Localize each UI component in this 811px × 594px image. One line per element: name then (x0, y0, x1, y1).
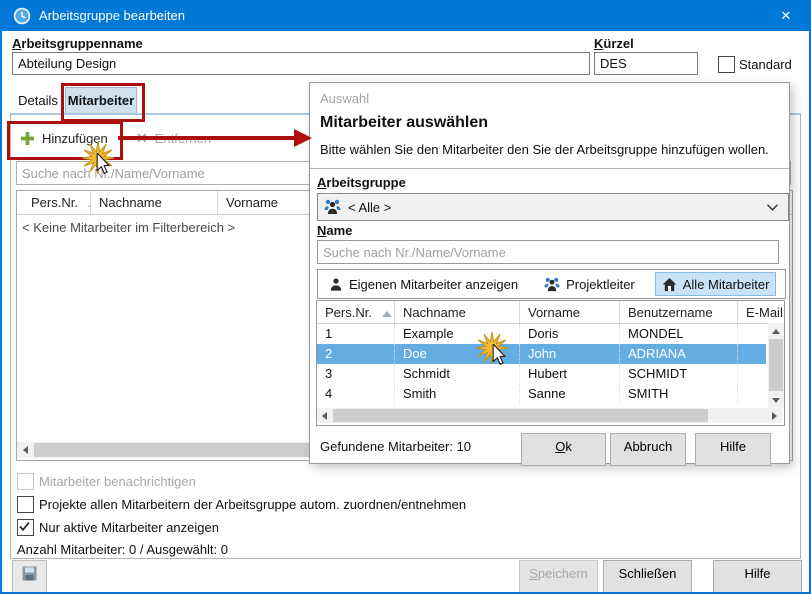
ok-button[interactable]: Ok (521, 433, 606, 466)
sort-asc-icon (382, 311, 392, 317)
column-vorname[interactable]: Vorname (520, 301, 620, 323)
member-count-summary: Anzahl Mitarbeiter: 0 / Ausgewählt: 0 (17, 542, 228, 557)
workgroup-name-label: Arbeitsgruppenname (12, 36, 143, 51)
save-icon (21, 565, 38, 582)
team-icon (324, 199, 341, 215)
filter-all-members-button[interactable]: Alle Mitarbeiter (655, 272, 777, 296)
person-icon (329, 277, 343, 292)
scroll-up-icon[interactable] (768, 323, 784, 339)
close-button[interactable]: Schließen (603, 560, 692, 594)
column-persnr[interactable]: Pers.Nr. (317, 301, 395, 323)
result-count: Gefundene Mitarbeiter: 10 (320, 439, 471, 454)
column-nachname[interactable]: Nachname (91, 191, 218, 214)
auto-assign-label: Projekte allen Mitarbeitern der Arbeitsg… (39, 497, 466, 512)
column-nachname[interactable]: Nachname (395, 301, 520, 323)
table-row[interactable]: 4 Smith Sanne SMITH (317, 384, 766, 404)
dialog-table-header: Pers.Nr. Nachname Vorname Benutzername E… (317, 301, 784, 324)
dialog-table-vscrollbar[interactable] (768, 323, 784, 408)
window-title: Arbeitsgruppe bearbeiten (39, 8, 185, 23)
save-icon-button[interactable] (12, 560, 47, 594)
dialog-help-button[interactable]: Hilfe (695, 433, 771, 466)
column-email[interactable]: E-Mail (738, 301, 784, 323)
empty-table-message: < Keine Mitarbeiter im Filterbereich > (22, 220, 235, 235)
auto-assign-checkbox[interactable] (17, 496, 34, 513)
home-icon (662, 277, 677, 292)
scroll-left-icon[interactable] (17, 442, 33, 458)
chevron-down-icon (767, 204, 778, 211)
notify-label: Mitarbeiter benachrichtigen (39, 474, 196, 489)
only-active-label: Nur aktive Mitarbeiter anzeigen (39, 520, 219, 535)
workgroup-dropdown[interactable]: < Alle > (317, 193, 789, 221)
edit-workgroup-window: Arbeitsgruppe bearbeiten ✕ Arbeitsgruppe… (0, 0, 811, 594)
workgroup-dropdown-value: < Alle > (348, 200, 391, 215)
cursor-icon (491, 344, 507, 365)
help-button[interactable]: Hilfe (713, 560, 802, 594)
dialog-title: Auswahl (320, 91, 369, 106)
vscroll-thumb[interactable] (769, 339, 783, 391)
dialog-heading: Mitarbeiter auswählen (320, 114, 488, 132)
scroll-left-icon[interactable] (317, 408, 332, 423)
code-label: Kürzel (594, 36, 634, 51)
team-icon (544, 277, 560, 292)
divider (310, 168, 789, 169)
filter-toolbar: Eigenen Mitarbeiter anzeigen Projektleit… (317, 269, 786, 299)
filter-own-members-button[interactable]: Eigenen Mitarbeiter anzeigen (323, 273, 524, 295)
notify-checkbox[interactable] (17, 473, 34, 490)
cursor-icon (95, 153, 111, 174)
dialog-table-hscrollbar[interactable] (317, 408, 782, 423)
clock-icon (13, 7, 31, 25)
hscroll-thumb[interactable] (333, 409, 708, 422)
table-row[interactable]: 3 Schmidt Hubert SCHMIDT (317, 364, 766, 384)
workgroup-name-field[interactable] (12, 52, 590, 75)
scroll-right-icon[interactable] (767, 408, 782, 423)
table-row-selected[interactable]: 2 Doe John ADRIANA (317, 344, 766, 364)
standard-checkbox[interactable] (718, 56, 735, 73)
annotation-box-tab (61, 83, 145, 122)
filter-project-leads-button[interactable]: Projektleiter (538, 273, 641, 295)
dialog-group-label: Arbeitsgruppe (317, 175, 406, 190)
column-persnr[interactable]: Pers.Nr. (17, 191, 91, 214)
select-member-dialog: Auswahl Mitarbeiter auswählen Bitte wähl… (309, 82, 790, 464)
annotation-arrow-line (118, 136, 296, 140)
save-button[interactable]: Speichern (519, 560, 598, 594)
check-icon (18, 520, 31, 533)
close-icon[interactable]: ✕ (763, 0, 809, 31)
column-benutzername[interactable]: Benutzername (620, 301, 738, 323)
standard-label: Standard (739, 57, 792, 72)
table-row[interactable]: 1 Example Doris MONDEL (317, 324, 766, 344)
dialog-name-label: Name (317, 223, 352, 238)
cancel-button[interactable]: Abbruch (610, 433, 686, 466)
only-active-checkbox[interactable] (17, 519, 34, 536)
dialog-subtitle: Bitte wählen Sie den Mitarbeiter den Sie… (320, 142, 769, 157)
scroll-down-icon[interactable] (768, 392, 784, 408)
titlebar: Arbeitsgruppe bearbeiten ✕ (2, 0, 809, 31)
dialog-members-table: Pers.Nr. Nachname Vorname Benutzername E… (316, 300, 785, 426)
dialog-search-input[interactable] (317, 240, 779, 264)
annotation-arrow-head (294, 129, 312, 147)
code-field[interactable] (594, 52, 698, 75)
